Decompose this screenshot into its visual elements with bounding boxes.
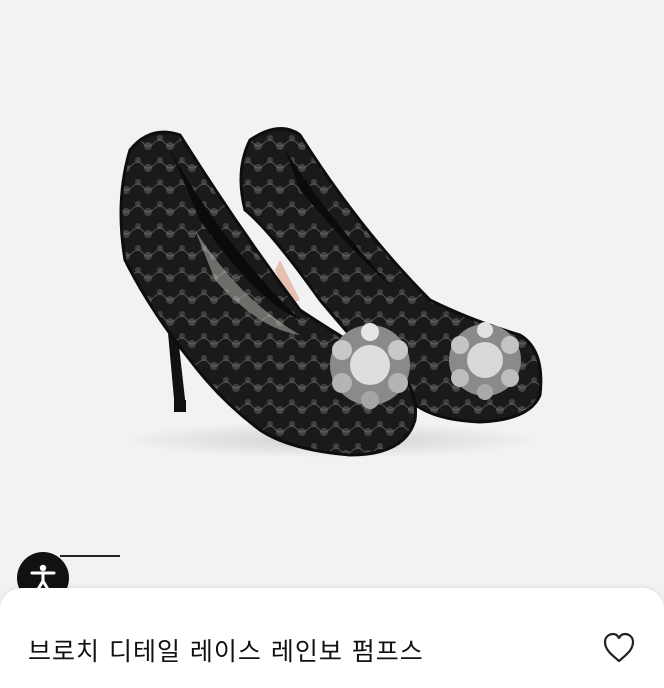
image-progress-indicator — [60, 555, 120, 557]
product-photo — [119, 127, 543, 458]
favorite-button[interactable] — [602, 632, 636, 664]
product-title: 브로치 디테일 레이스 레인보 펌프스 — [28, 637, 424, 666]
product-image[interactable] — [0, 0, 664, 590]
heart-icon — [603, 632, 635, 663]
product-info-sheet: 브로치 디테일 레이스 레인보 펌프스 — [0, 588, 664, 688]
